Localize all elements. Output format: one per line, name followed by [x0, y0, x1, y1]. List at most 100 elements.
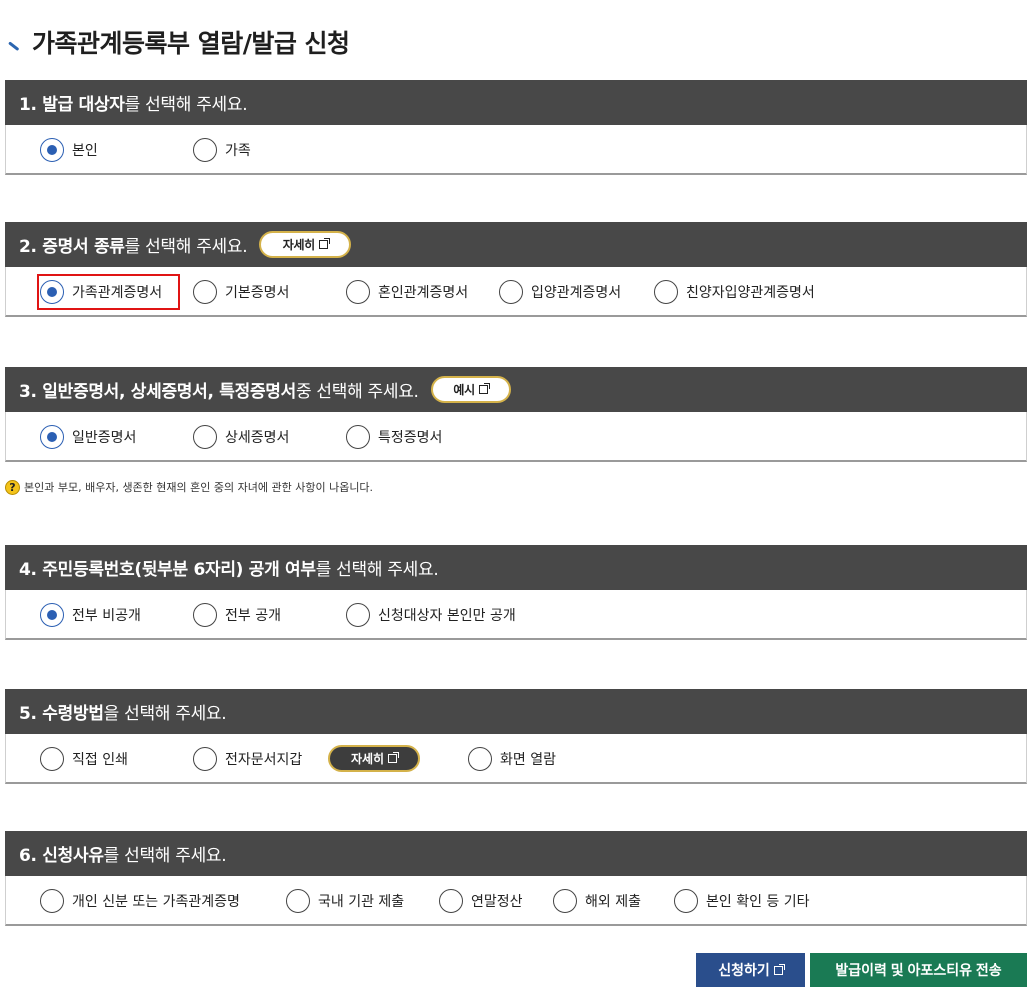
hint-text: ? 본인과 부모, 배우자, 생존한 현재의 혼인 중의 자녀에 관한 사항이 …	[5, 479, 373, 495]
detail-button-label: 자세히	[282, 238, 316, 252]
section-certificate-level: 3. 일반증명서, 상세증명서, 특정증명서 중 선택해 주세요. 예시 일반증…	[5, 367, 1027, 462]
section-application-reason: 6. 신청사유 를 선택해 주세요. 개인 신분 또는 가족관계증명 국내 기관 …	[5, 831, 1027, 926]
radio-button[interactable]	[193, 603, 217, 627]
radio-button[interactable]	[346, 603, 370, 627]
section-title-bold: 5. 수령방법	[19, 704, 104, 724]
section-title-rest: 을 선택해 주세요.	[103, 704, 227, 724]
title-accent-icon	[8, 37, 22, 51]
section-title-bold: 3. 일반증명서, 상세증명서, 특정증명서	[19, 382, 296, 402]
radio-option-adoption-cert[interactable]: 입양관계증명서	[499, 280, 621, 304]
radio-button[interactable]	[468, 747, 492, 771]
option-label: 혼인관계증명서	[378, 285, 469, 301]
option-label: 상세증명서	[225, 430, 290, 446]
section-title-rest: 를 선택해 주세요.	[315, 560, 439, 580]
wallet-detail-button[interactable]: 자세히	[328, 745, 420, 772]
section-options: 개인 신분 또는 가족관계증명 국내 기관 제출 연말정산 해외 제출 본인 확…	[5, 876, 1027, 926]
radio-option-self-only-public[interactable]: 신청대상자 본인만 공개	[346, 603, 516, 627]
radio-option-year-end-tax[interactable]: 연말정산	[439, 889, 523, 913]
section-header: 6. 신청사유 를 선택해 주세요.	[5, 831, 1027, 876]
external-link-icon	[388, 752, 400, 763]
radio-button-selected[interactable]	[40, 603, 64, 627]
hint-message: 본인과 부모, 배우자, 생존한 현재의 혼인 중의 자녀에 관한 사항이 나옵…	[24, 481, 374, 494]
radio-button-selected[interactable]	[40, 425, 64, 449]
radio-option-domestic-submission[interactable]: 국내 기관 제출	[286, 889, 404, 913]
option-label: 본인	[72, 143, 98, 159]
option-label: 친양자입양관계증명서	[686, 285, 815, 301]
section-title-rest: 를 선택해 주세요.	[124, 95, 248, 115]
external-link-icon	[478, 383, 490, 394]
option-label: 국내 기관 제출	[318, 894, 405, 910]
option-label: 본인 확인 등 기타	[706, 894, 810, 910]
radio-option-detailed-cert[interactable]: 상세증명서	[193, 425, 289, 449]
radio-button[interactable]	[674, 889, 698, 913]
radio-option-other[interactable]: 본인 확인 등 기타	[674, 889, 810, 913]
radio-option-all-private[interactable]: 전부 비공개	[40, 603, 141, 627]
radio-button-selected[interactable]	[40, 280, 64, 304]
radio-button[interactable]	[193, 138, 217, 162]
section-title-bold: 1. 발급 대상자	[19, 95, 125, 115]
option-label: 특정증명서	[378, 430, 443, 446]
section-certificate-type: 2. 증명서 종류 를 선택해 주세요. 자세히 가족관계증명서 기본증명서 혼인…	[5, 222, 1027, 317]
radio-button[interactable]	[654, 280, 678, 304]
radio-option-all-public[interactable]: 전부 공개	[193, 603, 281, 627]
issue-history-apostille-button[interactable]: 발급이력 및 아포스티유 전송	[810, 953, 1027, 987]
radio-option-marriage-cert[interactable]: 혼인관계증명서	[346, 280, 468, 304]
option-label: 입양관계증명서	[531, 285, 622, 301]
option-label: 신청대상자 본인만 공개	[378, 608, 516, 624]
radio-button[interactable]	[499, 280, 523, 304]
radio-option-family[interactable]: 가족	[193, 138, 251, 162]
option-label: 전자문서지갑	[225, 752, 303, 768]
radio-option-general-cert[interactable]: 일반증명서	[40, 425, 136, 449]
radio-button-selected[interactable]	[40, 138, 64, 162]
option-label: 가족관계증명서	[72, 285, 163, 301]
page-title-bar: 가족관계등록부 열람/발급 신청	[8, 24, 350, 60]
section-header: 4. 주민등록번호(뒷부분 6자리) 공개 여부 를 선택해 주세요.	[5, 545, 1027, 590]
option-label: 개인 신분 또는 가족관계증명	[72, 894, 240, 910]
section-options: 전부 비공개 전부 공개 신청대상자 본인만 공개	[5, 590, 1027, 640]
radio-option-self[interactable]: 본인	[40, 138, 98, 162]
section-title-bold: 6. 신청사유	[19, 846, 104, 866]
section-resident-number-disclosure: 4. 주민등록번호(뒷부분 6자리) 공개 여부 를 선택해 주세요. 전부 비공…	[5, 545, 1027, 640]
radio-button[interactable]	[40, 889, 64, 913]
option-label: 기본증명서	[225, 285, 290, 301]
section-title-rest: 중 선택해 주세요.	[295, 382, 419, 402]
apply-button[interactable]: 신청하기	[696, 953, 805, 987]
option-label: 전부 공개	[225, 608, 281, 624]
radio-option-full-adoption-cert[interactable]: 친양자입양관계증명서	[654, 280, 815, 304]
radio-button[interactable]	[40, 747, 64, 771]
section-header: 1. 발급 대상자 를 선택해 주세요.	[5, 80, 1027, 125]
detail-button[interactable]: 자세히	[259, 231, 352, 258]
apply-button-label: 신청하기	[718, 962, 770, 978]
section-options: 본인 가족	[5, 125, 1027, 175]
section-receive-method: 5. 수령방법 을 선택해 주세요. 직접 인쇄 전자문서지갑 자세히 화면 열람	[5, 689, 1027, 784]
example-button[interactable]: 예시	[430, 376, 511, 403]
radio-option-e-document-wallet[interactable]: 전자문서지갑	[193, 747, 302, 771]
option-label: 해외 제출	[585, 894, 641, 910]
radio-option-basic-cert[interactable]: 기본증명서	[193, 280, 289, 304]
section-header: 5. 수령방법 을 선택해 주세요.	[5, 689, 1027, 734]
radio-button[interactable]	[193, 747, 217, 771]
radio-option-family-relation-cert[interactable]: 가족관계증명서	[40, 280, 162, 304]
radio-option-screen-view[interactable]: 화면 열람	[468, 747, 556, 771]
radio-option-overseas-submission[interactable]: 해외 제출	[553, 889, 641, 913]
radio-button[interactable]	[346, 425, 370, 449]
radio-option-specific-cert[interactable]: 특정증명서	[346, 425, 442, 449]
section-options: 직접 인쇄 전자문서지갑 자세히 화면 열람	[5, 734, 1027, 784]
section-title-bold: 4. 주민등록번호(뒷부분 6자리) 공개 여부	[19, 560, 316, 580]
radio-button[interactable]	[193, 425, 217, 449]
radio-button[interactable]	[286, 889, 310, 913]
section-title-bold: 2. 증명서 종류	[19, 237, 125, 257]
radio-button[interactable]	[193, 280, 217, 304]
page-title: 가족관계등록부 열람/발급 신청	[32, 29, 350, 58]
option-label: 연말정산	[471, 894, 523, 910]
history-button-label: 발급이력 및 아포스티유 전송	[835, 962, 1002, 978]
radio-button[interactable]	[346, 280, 370, 304]
section-title-rest: 를 선택해 주세요.	[124, 237, 248, 257]
section-options: 가족관계증명서 기본증명서 혼인관계증명서 입양관계증명서 친양자입양관계증명서	[5, 267, 1027, 317]
radio-option-identity-proof[interactable]: 개인 신분 또는 가족관계증명	[40, 889, 240, 913]
section-header: 2. 증명서 종류 를 선택해 주세요. 자세히	[5, 222, 1027, 267]
external-link-icon	[773, 963, 785, 975]
radio-button[interactable]	[439, 889, 463, 913]
radio-option-direct-print[interactable]: 직접 인쇄	[40, 747, 128, 771]
radio-button[interactable]	[553, 889, 577, 913]
